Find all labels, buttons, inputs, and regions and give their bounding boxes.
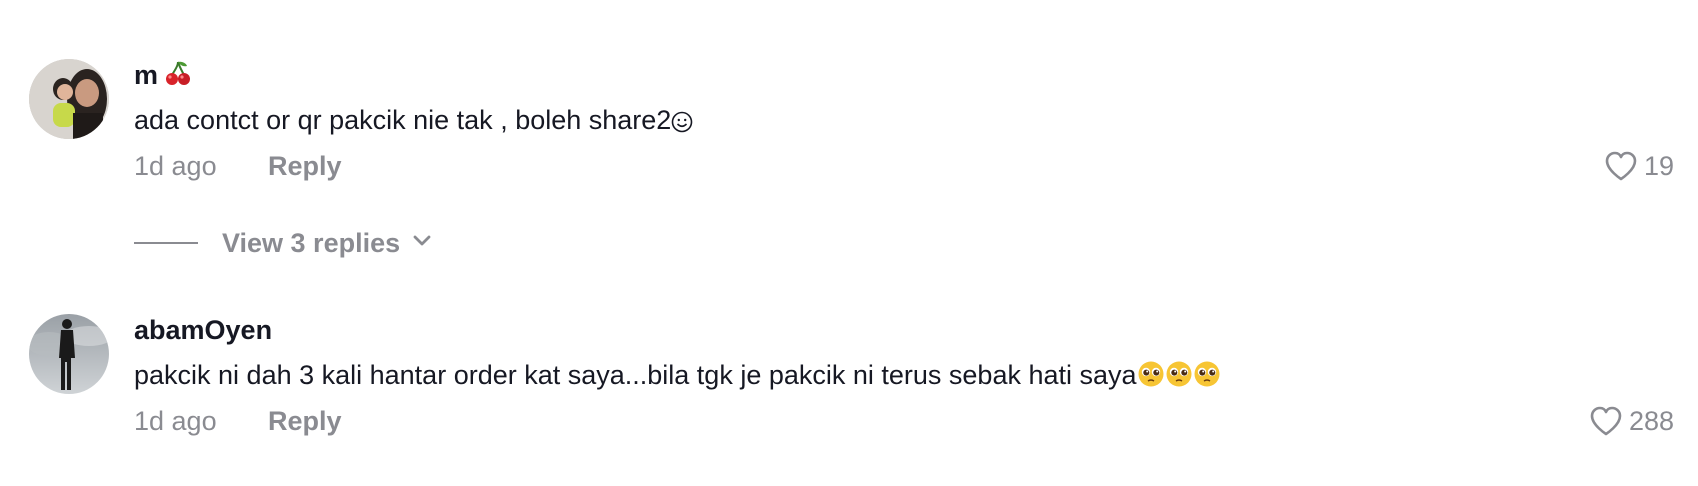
smiling-face-icon: [671, 106, 693, 142]
like-count: 288: [1628, 406, 1674, 436]
avatar[interactable]: [29, 314, 109, 394]
pleading-face-icon: [1165, 360, 1193, 397]
avatar[interactable]: [29, 59, 109, 139]
cherry-icon: [164, 59, 192, 95]
chevron-down-icon: [412, 234, 432, 253]
pleading-face-icon: [1193, 360, 1221, 397]
like-count: 19: [1643, 151, 1674, 181]
comment-text: ada contct or qr pakcik nie tak , boleh …: [134, 102, 693, 142]
timestamp: 1d ago: [134, 406, 217, 436]
like-button[interactable]: 288: [1589, 404, 1674, 438]
view-replies-button[interactable]: View 3 replies: [134, 226, 432, 260]
divider-line: [134, 242, 198, 244]
pleading-face-icon: [1137, 360, 1165, 397]
view-replies-label: View 3 replies: [222, 227, 401, 258]
username-text: m: [134, 60, 159, 90]
reply-button[interactable]: Reply: [268, 404, 342, 438]
timestamp: 1d ago: [134, 151, 217, 181]
heart-icon: [1589, 406, 1623, 436]
comment-text-body: pakcik ni dah 3 kali hantar order kat sa…: [134, 360, 1137, 390]
reply-button[interactable]: Reply: [268, 149, 342, 183]
username[interactable]: m: [134, 58, 192, 95]
username[interactable]: abamOyen: [134, 313, 272, 347]
comment-text-body: ada contct or qr pakcik nie tak , boleh …: [134, 105, 672, 135]
like-button[interactable]: 19: [1604, 149, 1674, 183]
heart-icon: [1604, 151, 1638, 181]
comment-text: pakcik ni dah 3 kali hantar order kat sa…: [134, 357, 1221, 397]
